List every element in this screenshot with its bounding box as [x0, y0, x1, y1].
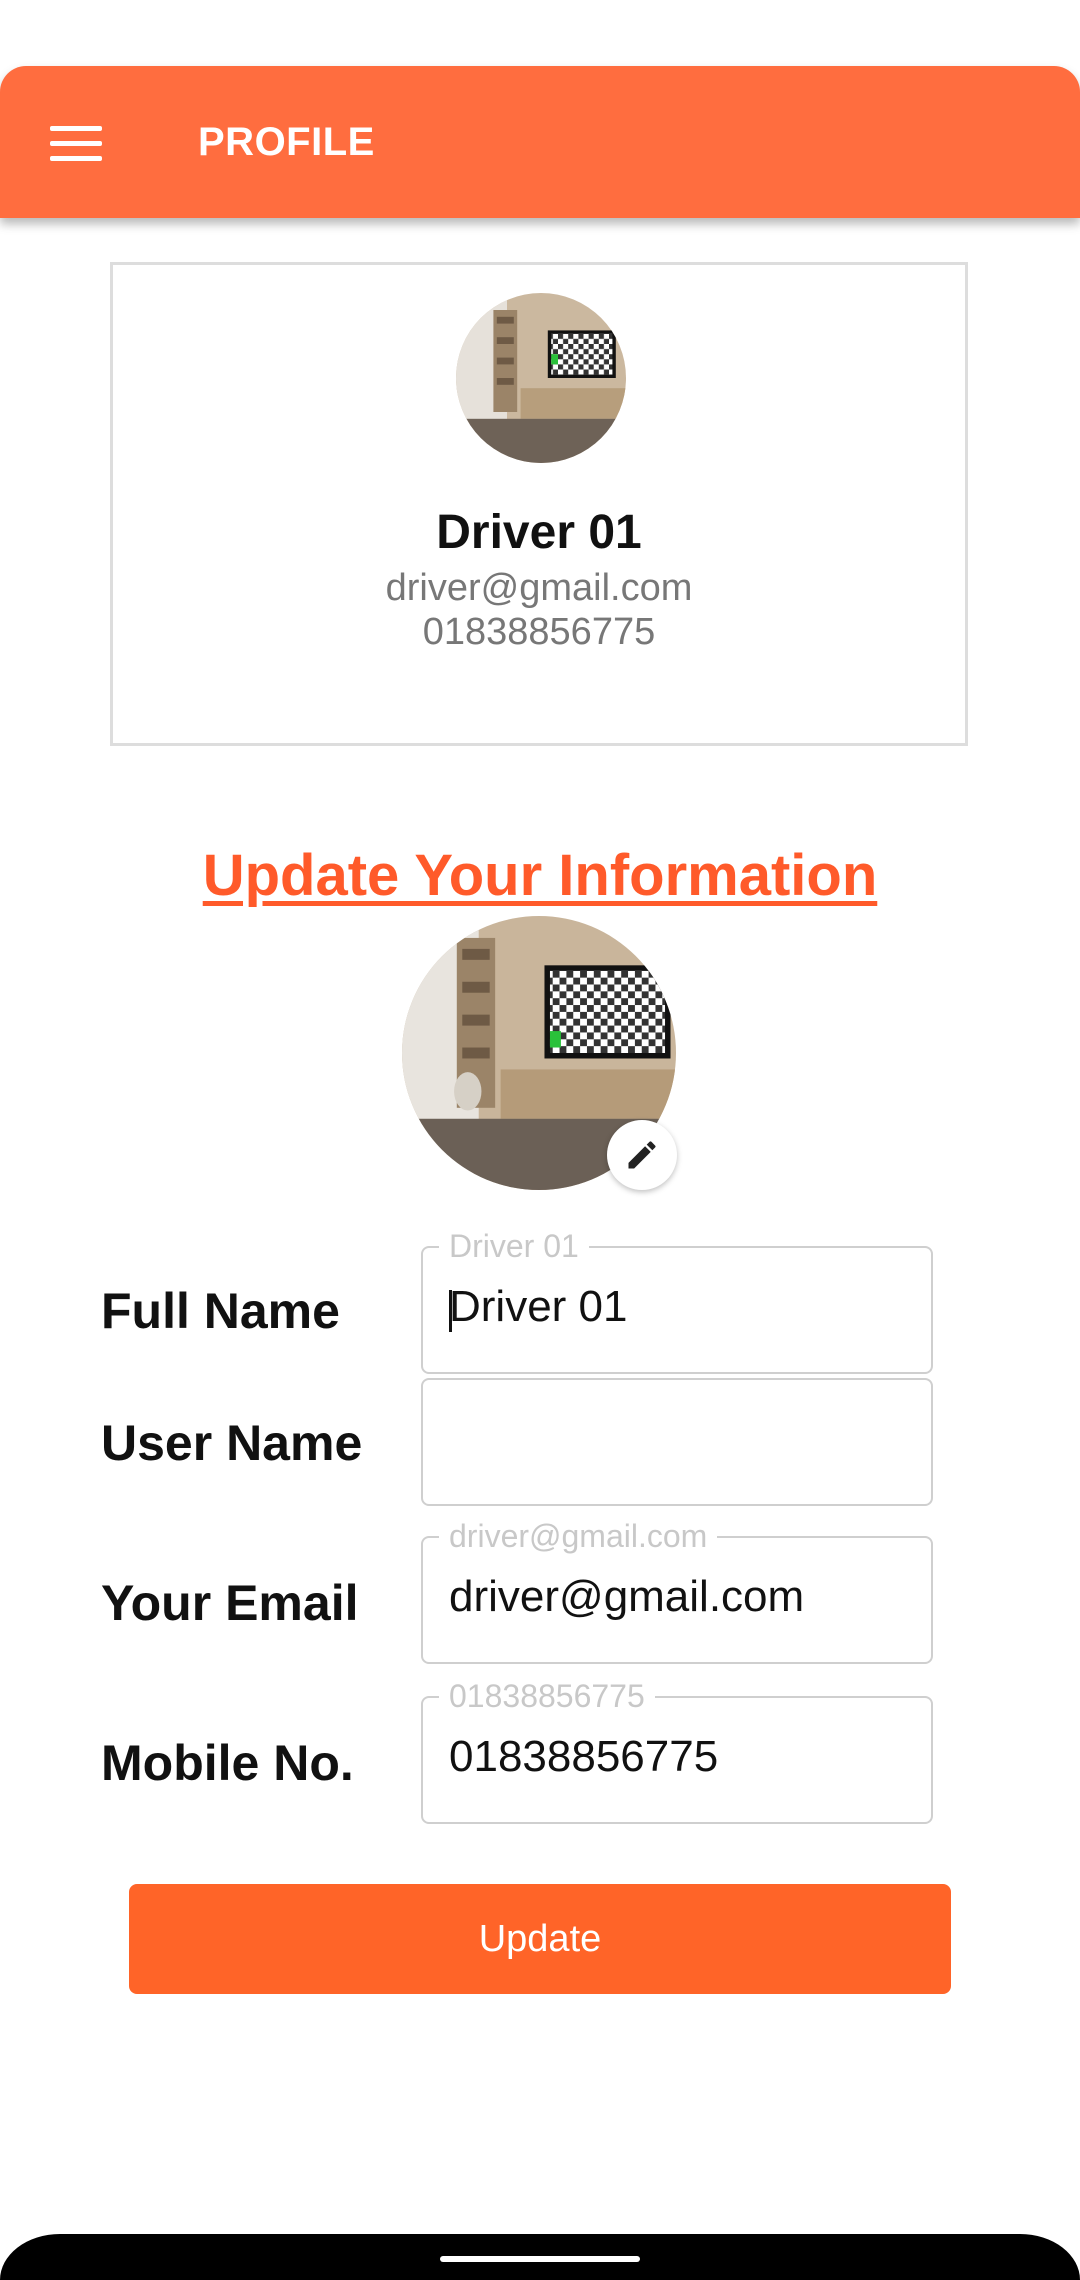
page-title: PROFILE	[198, 120, 375, 164]
edit-photo-button[interactable]	[607, 1120, 677, 1190]
full-name-value: Driver 01	[449, 1282, 628, 1331]
profile-card: Driver 01 driver@gmail.com 01838856775	[110, 262, 968, 746]
user-name-label: User Name	[101, 1415, 363, 1471]
email-field[interactable]: driver@gmail.com driver@gmail.com	[421, 1516, 933, 1664]
update-button[interactable]: Update	[129, 1884, 951, 1994]
mobile-field[interactable]: 01838856775 01838856775	[421, 1676, 933, 1824]
email-label: Your Email	[101, 1575, 359, 1631]
email-value: driver@gmail.com	[449, 1572, 805, 1621]
mobile-label: Mobile No.	[101, 1735, 354, 1791]
app-bar: PROFILE	[0, 66, 1080, 218]
profile-email: driver@gmail.com	[385, 567, 693, 609]
full-name-field[interactable]: Driver 01 Driver 01	[421, 1226, 933, 1374]
user-name-field[interactable]	[421, 1378, 933, 1506]
full-name-legend: Driver 01	[439, 1226, 589, 1266]
mobile-value: 01838856775	[449, 1732, 719, 1781]
text-cursor	[449, 1290, 452, 1332]
profile-phone: 01838856775	[422, 611, 656, 653]
home-indicator[interactable]	[440, 2256, 640, 2262]
update-section-title: Update Your Information	[202, 843, 878, 908]
pencil-icon	[628, 1141, 656, 1169]
profile-name: Driver 01	[436, 506, 642, 559]
hamburger-menu-icon[interactable]	[50, 126, 102, 162]
email-legend: driver@gmail.com	[439, 1516, 718, 1556]
system-nav-bar	[0, 2234, 1080, 2280]
mobile-legend: 01838856775	[439, 1676, 655, 1716]
full-name-label: Full Name	[101, 1283, 340, 1339]
avatar	[456, 293, 626, 463]
